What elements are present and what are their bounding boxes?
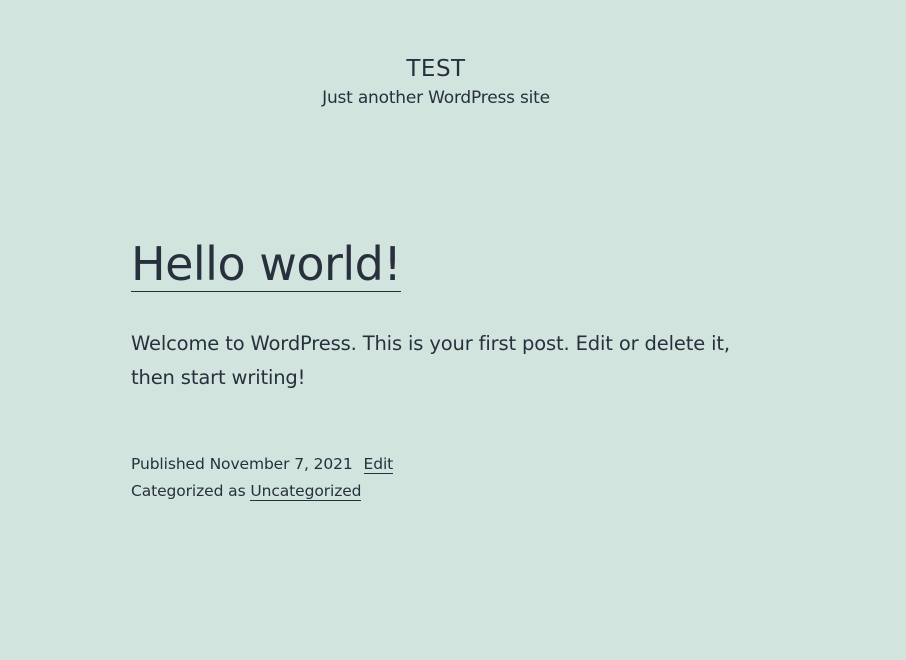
- site-header: TEST Just another WordPress site: [0, 0, 872, 109]
- category-link[interactable]: Uncategorized: [250, 482, 362, 501]
- published-date: November 7, 2021: [209, 455, 353, 473]
- post-entry: Hello world! Welcome to WordPress. This …: [131, 236, 741, 505]
- post-meta-published-row: Published November 7, 2021 Edit: [131, 451, 741, 478]
- post-footer: Published November 7, 2021 Edit Categori…: [131, 451, 741, 505]
- post-content: Welcome to WordPress. This is your first…: [131, 332, 730, 389]
- post-title: Hello world!: [131, 236, 741, 292]
- post-meta-category-row: Categorized as Uncategorized: [131, 478, 741, 505]
- published-label: Published: [131, 455, 205, 473]
- edit-post-link[interactable]: Edit: [363, 455, 393, 474]
- categorized-label: Categorized as: [131, 482, 246, 500]
- site-description: Just another WordPress site: [322, 88, 550, 108]
- site-title-link[interactable]: TEST: [406, 54, 465, 84]
- post-title-link[interactable]: Hello world!: [131, 237, 402, 292]
